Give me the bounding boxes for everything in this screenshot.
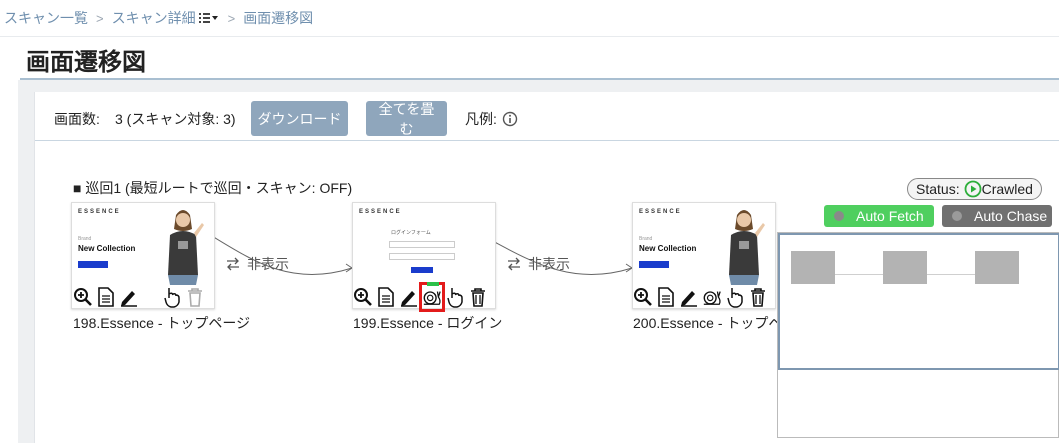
node-actions-200: [633, 284, 771, 310]
edge-label-text: 非表示: [528, 256, 570, 272]
pointer-hand-icon[interactable]: [725, 285, 745, 309]
swap-icon: [506, 257, 522, 271]
auto-chase-label: Auto Chase: [974, 208, 1048, 224]
minimap[interactable]: [777, 232, 1059, 438]
edge-label-hidden[interactable]: 非表示: [225, 254, 289, 274]
thumb-site-nav: ESSENCE: [639, 209, 682, 215]
minimap-node: [975, 251, 1019, 284]
edge-label-hidden[interactable]: 非表示: [506, 254, 570, 274]
breadcrumb-scan-list[interactable]: スキャン一覧: [4, 8, 88, 28]
chevron-right-icon: >: [96, 10, 104, 26]
breadcrumb-current: 画面遷移図: [243, 10, 314, 26]
model-photo: [168, 210, 204, 285]
thumb-login-button: [411, 267, 433, 273]
thumb-collection-title: New Collection: [78, 244, 136, 253]
minimap-node: [883, 251, 927, 284]
thumb-collection-title: New Collection: [639, 244, 697, 253]
node-actions-198: [73, 284, 208, 310]
auto-fetch-label: Auto Fetch: [856, 208, 924, 224]
swap-icon: [225, 257, 241, 271]
snail-icon[interactable]: [419, 282, 445, 312]
node-actions-199: [353, 282, 491, 312]
breadcrumb: スキャン一覧 > スキャン詳細 > 画面遷移図: [0, 0, 1059, 37]
node-label-198: 198.Essence - トップページ: [73, 315, 251, 331]
node-label-200: 200.Essence - トップペ: [633, 315, 783, 331]
page-title: 画面遷移図: [26, 49, 146, 76]
model-photo: [729, 210, 765, 285]
auto-fetch-toggle[interactable]: Auto Fetch: [824, 205, 934, 227]
play-circle-icon: [964, 180, 981, 198]
minimap-node: [791, 251, 835, 284]
breadcrumb-scan-detail[interactable]: スキャン詳細: [112, 8, 196, 28]
chevron-right-icon: >: [227, 10, 236, 26]
list-dropdown-icon[interactable]: [198, 12, 220, 24]
thumb-site-nav: ESSENCE: [78, 209, 121, 215]
thumb-brand-text: Brand: [78, 236, 92, 242]
minimap-edge: [927, 274, 975, 275]
thumb-login-field: [389, 241, 455, 248]
minimap-viewport[interactable]: [778, 233, 1059, 370]
minimap-edge: [835, 274, 883, 275]
thumb-brand-text: Brand: [639, 236, 653, 242]
crawled-status: Crawled: [964, 180, 1033, 198]
trash-icon[interactable]: [748, 285, 768, 309]
trash-icon[interactable]: [185, 285, 205, 309]
document-icon[interactable]: [96, 285, 116, 309]
thumb-login-field: [389, 253, 455, 260]
edge-label-text: 非表示: [247, 256, 289, 272]
thumb-site-nav: ESSENCE: [359, 209, 402, 215]
trash-icon[interactable]: [468, 285, 488, 309]
toggle-dot: [834, 211, 844, 221]
pencil-icon[interactable]: [399, 285, 419, 309]
thumb-cta: [78, 261, 108, 268]
thumb-login-title: ログインフォーム: [391, 230, 431, 236]
thumb-cta: [639, 261, 669, 268]
status-badge: Status: Crawled: [907, 178, 1042, 200]
pointer-hand-icon[interactable]: [445, 285, 465, 309]
toggle-dot: [952, 211, 962, 221]
pencil-icon[interactable]: [119, 285, 139, 309]
status-value: Crawled: [981, 181, 1033, 197]
zoom-in-icon[interactable]: [73, 285, 93, 309]
pencil-icon[interactable]: [679, 285, 699, 309]
status-label: Status:: [916, 181, 960, 197]
document-icon[interactable]: [376, 285, 396, 309]
auto-chase-toggle[interactable]: Auto Chase: [942, 205, 1052, 227]
snail-icon[interactable]: [702, 285, 722, 309]
zoom-in-icon[interactable]: [353, 285, 373, 309]
active-marker: [427, 282, 439, 286]
document-icon[interactable]: [656, 285, 676, 309]
pointer-hand-icon[interactable]: [162, 285, 182, 309]
node-label-199: 199.Essence - ログイン: [353, 315, 503, 331]
zoom-in-icon[interactable]: [633, 285, 653, 309]
